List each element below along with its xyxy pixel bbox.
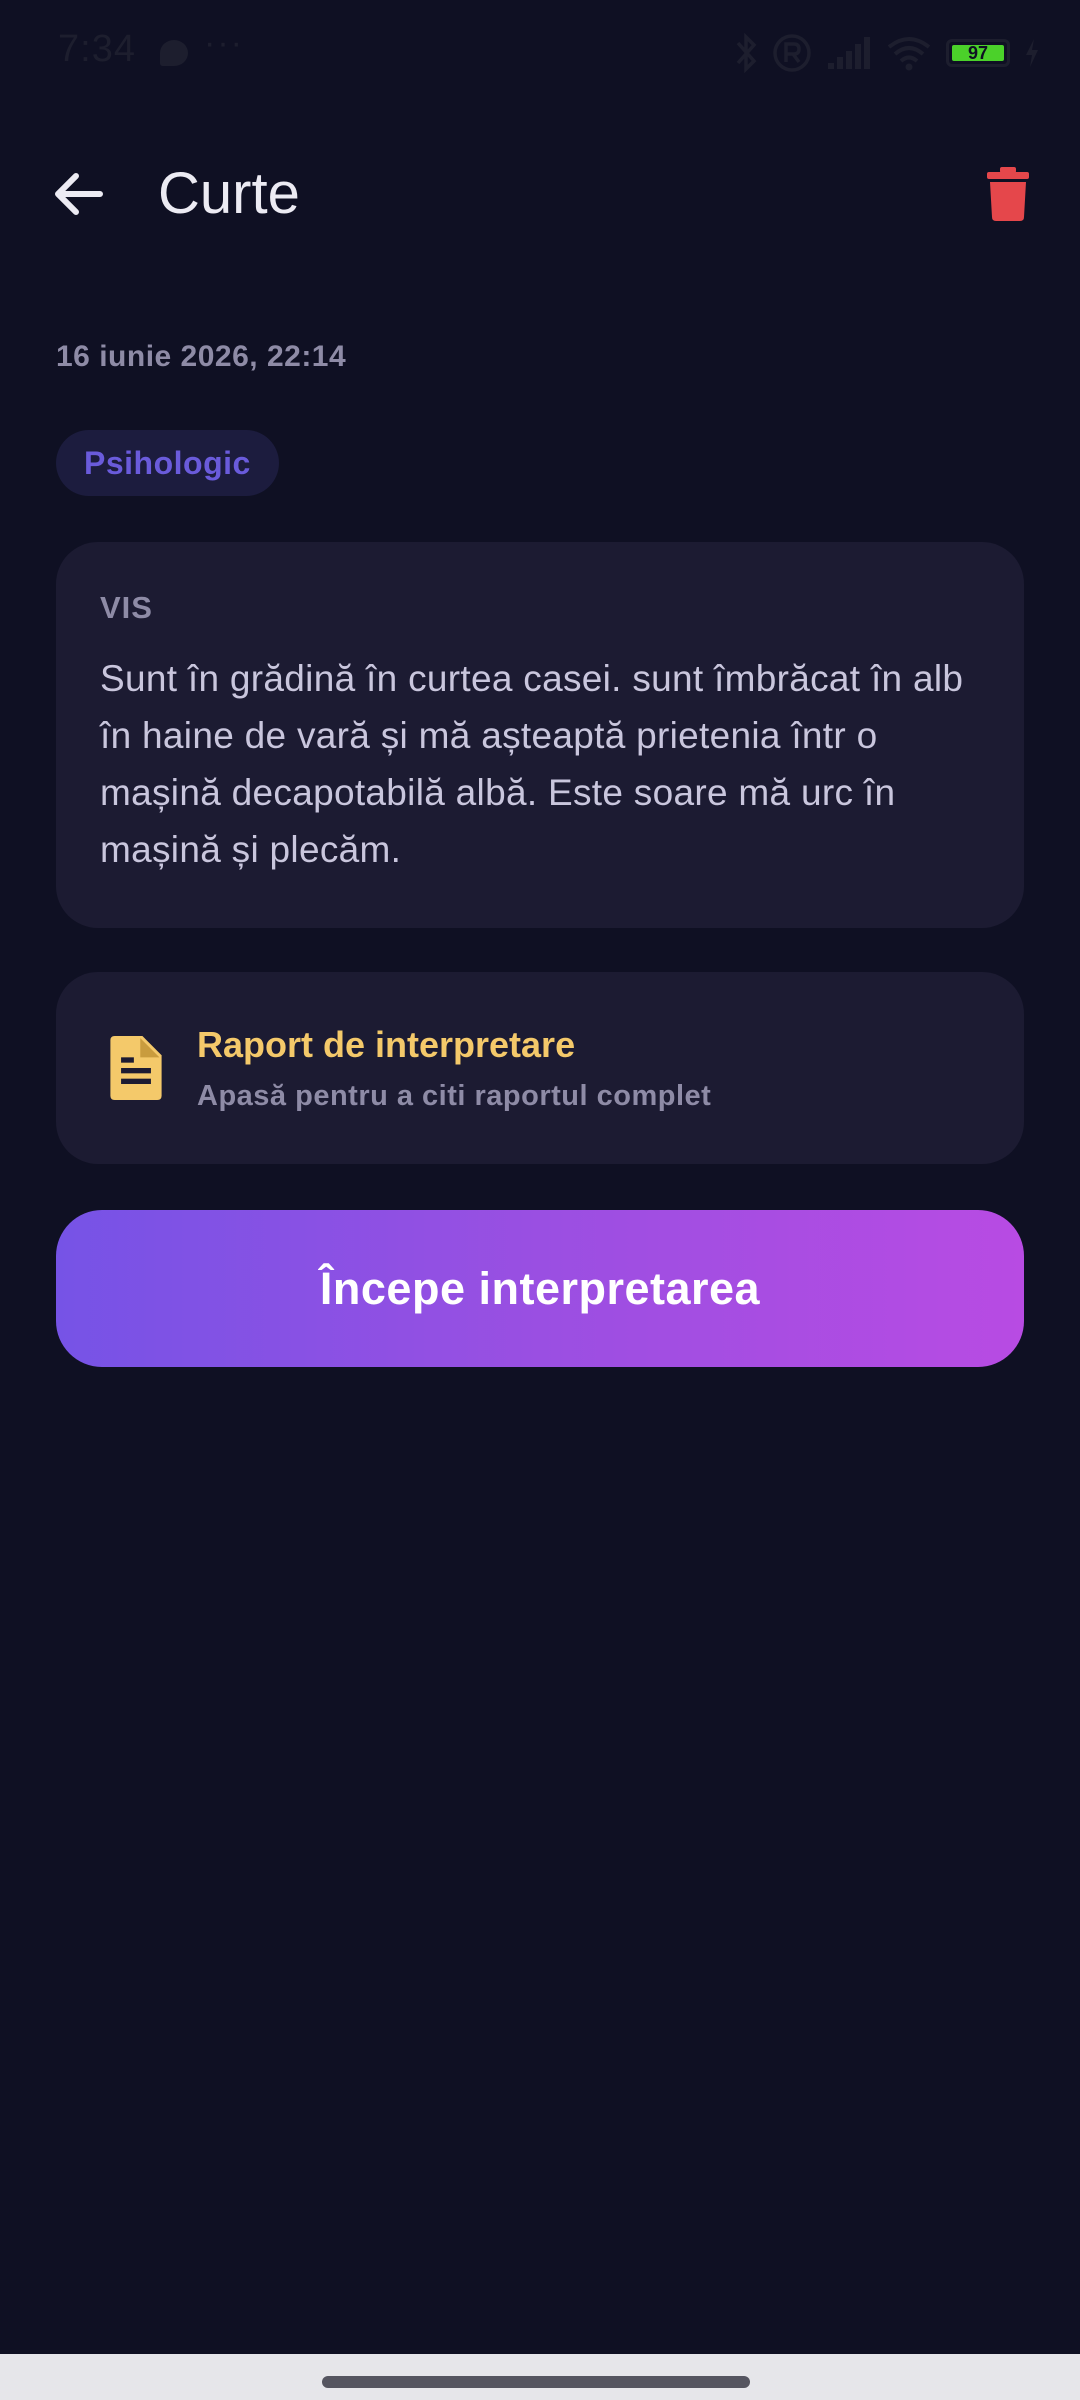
charging-icon bbox=[1026, 39, 1038, 67]
back-button[interactable] bbox=[46, 162, 110, 226]
dream-date: 16 iunie 2026, 22:14 bbox=[56, 340, 347, 373]
home-gesture-handle[interactable] bbox=[322, 2376, 750, 2388]
signal-icon bbox=[828, 37, 870, 69]
wifi-icon bbox=[887, 37, 931, 71]
arrow-left-icon bbox=[55, 173, 103, 215]
navigation-bar bbox=[0, 2354, 1080, 2400]
document-icon bbox=[110, 1036, 162, 1100]
bluetooth-icon bbox=[736, 33, 757, 73]
category-chip: Psihologic bbox=[56, 430, 279, 496]
report-subtitle: Apasă pentru a citi raportul complet bbox=[197, 1080, 712, 1112]
dream-card-label: VIS bbox=[100, 590, 153, 625]
message-icon bbox=[160, 40, 188, 66]
status-icons: 97 bbox=[734, 32, 1040, 74]
battery-level: 97 bbox=[967, 43, 989, 63]
delete-button[interactable] bbox=[976, 162, 1040, 226]
report-card[interactable]: Raport de interpretare Apasă pentru a ci… bbox=[56, 972, 1024, 1164]
status-time: 7:34 bbox=[58, 28, 136, 70]
status-bar: 7:34 ··· 97 bbox=[0, 0, 1080, 110]
start-interpretation-button[interactable]: Începe interpretarea bbox=[56, 1210, 1024, 1367]
registered-icon bbox=[773, 34, 811, 72]
app-bar: Curte bbox=[0, 110, 1080, 275]
report-title: Raport de interpretare bbox=[197, 1024, 576, 1065]
battery-icon: 97 bbox=[946, 39, 1010, 67]
dream-text: Sunt în grădină în curtea casei. sunt îm… bbox=[100, 658, 964, 870]
dream-card: VIS Sunt în grădină în curtea casei. sun… bbox=[56, 542, 1024, 928]
trash-icon bbox=[987, 167, 1029, 221]
page-title: Curte bbox=[158, 161, 300, 226]
more-notifications-icon: ··· bbox=[204, 24, 244, 62]
